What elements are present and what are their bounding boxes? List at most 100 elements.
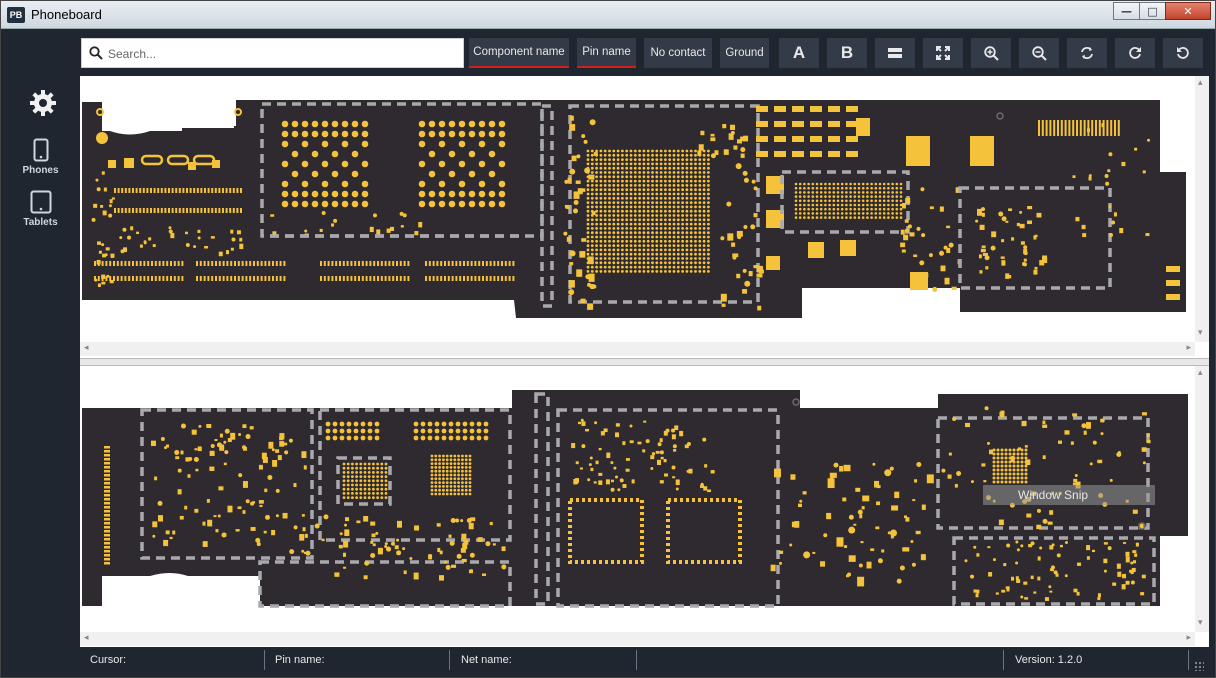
bga-pad (664, 184, 667, 187)
bga-pad (702, 222, 706, 226)
bga-pad (418, 200, 426, 208)
side-a-button[interactable]: A (779, 38, 819, 68)
via-pad (333, 218, 338, 223)
bga-pad (642, 218, 646, 222)
connector-pad (774, 136, 786, 142)
search-box[interactable] (81, 38, 464, 68)
no-contact-toggle[interactable]: No contact (644, 38, 712, 68)
scroll-up-icon[interactable]: ▴ (1198, 368, 1203, 378)
scroll-right-icon[interactable]: ▸ (1186, 633, 1191, 643)
bga-pad (342, 483, 346, 487)
minimize-button[interactable]: — (1113, 2, 1140, 20)
via-pad (583, 139, 588, 144)
bga-pad (430, 477, 434, 481)
smd-pad (394, 545, 399, 550)
bga-pad (646, 188, 650, 192)
horizontal-scrollbar-top[interactable]: ◂ ▸ (80, 342, 1195, 356)
bga-pad (642, 231, 646, 235)
bga-pad (599, 171, 603, 174)
bga-pad (672, 227, 676, 230)
bga-pad (603, 171, 607, 174)
smd-pad (209, 466, 215, 471)
rotate-cw-button[interactable] (1115, 38, 1155, 68)
bga-pad (664, 149, 667, 153)
bga-pad (359, 462, 363, 466)
bga-pad (668, 209, 672, 213)
pane-splitter[interactable] (80, 358, 1209, 366)
bga-pad (685, 171, 689, 174)
smd-pad (1097, 593, 1101, 598)
bga-pad (638, 231, 641, 235)
scroll-up-icon[interactable]: ▴ (1198, 78, 1203, 88)
bga-pad (878, 199, 882, 203)
bga-pad (676, 244, 680, 248)
sidebar-item-tablets[interactable]: Tablets (2, 190, 79, 228)
fit-screen-button[interactable] (923, 38, 963, 68)
bga-pad (836, 191, 840, 194)
vertical-scrollbar-bottom[interactable]: ▴ ▾ (1195, 366, 1209, 632)
maximize-button[interactable]: □ (1139, 2, 1166, 20)
title-bar[interactable]: PB Phoneboard — □ ✕ (1, 1, 1215, 29)
settings-gear-icon[interactable] (29, 89, 57, 117)
bga-pad (603, 149, 607, 153)
connector-pad (846, 136, 858, 142)
scroll-right-icon[interactable]: ▸ (1186, 343, 1191, 353)
smd-pad (660, 456, 664, 460)
connector-pad (245, 276, 248, 281)
bga-pad (434, 485, 438, 488)
bga-pad (360, 421, 366, 427)
smd-pad (622, 484, 627, 488)
bga-pad (461, 469, 464, 473)
bga-pad (633, 248, 637, 252)
smd-pad (593, 152, 598, 156)
search-input[interactable] (108, 44, 458, 64)
bga-pad (707, 153, 710, 157)
bga-pad (301, 160, 309, 168)
bga-pad (811, 195, 815, 198)
bga-pad (646, 209, 650, 213)
close-button[interactable]: ✕ (1165, 2, 1211, 20)
zoom-out-button[interactable] (1019, 38, 1059, 68)
bga-pad (698, 231, 702, 235)
bga-pad (621, 265, 624, 269)
resize-grip-icon[interactable] (1194, 661, 1204, 671)
pin-name-toggle[interactable]: Pin name (577, 38, 636, 68)
ground-toggle[interactable]: Ground (720, 38, 769, 68)
bga-pad (341, 200, 349, 208)
connector-pad (1049, 120, 1052, 136)
bga-pad (655, 231, 659, 235)
bga-pad (707, 201, 710, 204)
scroll-down-icon[interactable]: ▾ (1198, 328, 1203, 338)
via-pad (984, 255, 990, 261)
sidebar-item-phones[interactable]: Phones (2, 138, 79, 176)
horizontal-scrollbar-bottom[interactable]: ◂ ▸ (80, 632, 1195, 646)
connector-pad (104, 494, 110, 497)
bga-pad (664, 257, 667, 260)
connector-pad (444, 276, 446, 281)
vertical-scrollbar-top[interactable]: ▴ ▾ (1195, 76, 1209, 342)
bga-pad (685, 227, 689, 230)
scroll-down-icon[interactable]: ▾ (1198, 618, 1203, 628)
split-view-button[interactable] (875, 38, 915, 68)
via-pad (1020, 544, 1024, 548)
bga-pad (616, 270, 620, 273)
via-pad (217, 514, 221, 518)
board-view-top[interactable]: ◂ ▸ ▴ ▾ (80, 76, 1209, 358)
zoom-in-button[interactable] (971, 38, 1011, 68)
side-b-button[interactable]: B (827, 38, 867, 68)
scroll-left-icon[interactable]: ◂ (84, 633, 89, 643)
connector-pad (365, 261, 368, 266)
scroll-left-icon[interactable]: ◂ (84, 343, 89, 353)
bga-pad (586, 270, 590, 273)
board-view-bottom[interactable]: ◂ ▸ ▴ ▾ (80, 366, 1209, 647)
component-name-toggle[interactable]: Component name (469, 38, 569, 68)
bga-pad (659, 218, 663, 222)
bga-pad (346, 496, 350, 499)
via-pad (402, 547, 406, 551)
rotate-ccw-button[interactable] (1163, 38, 1203, 68)
bga-pad (811, 216, 815, 219)
smd-pad (218, 486, 224, 491)
bga-pad (887, 182, 890, 186)
flip-button[interactable] (1067, 38, 1107, 68)
pcb-side-a[interactable] (80, 76, 1190, 342)
